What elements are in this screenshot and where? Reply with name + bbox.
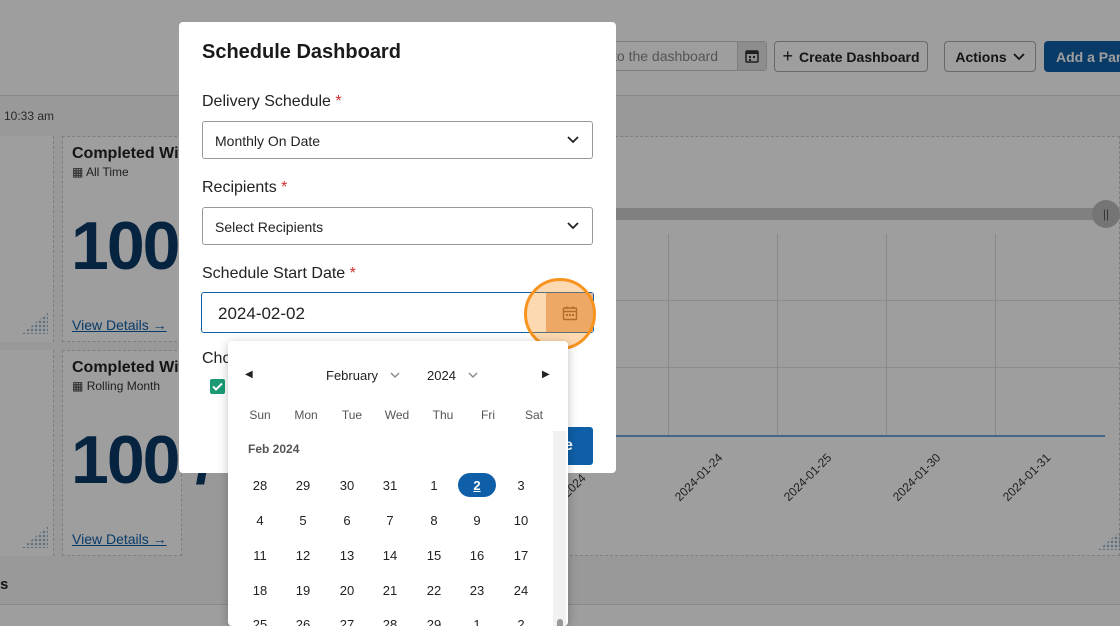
date-picker-popup: ◀ February 2024 ▶ Sun Mon Tue Wed Thu Fr… <box>228 341 568 626</box>
calendar-day[interactable]: 24 <box>501 583 541 598</box>
chevron-down-icon <box>390 372 400 378</box>
schedule-start-date-label: Schedule Start Date * <box>202 265 356 282</box>
calendar-day[interactable]: 2 <box>501 617 541 626</box>
recipients-select[interactable]: Select Recipients <box>202 207 593 245</box>
calendar-day[interactable]: 11 <box>240 548 280 563</box>
calendar-day[interactable]: 16 <box>457 548 497 563</box>
calendar-day[interactable]: 9 <box>457 513 497 528</box>
calendar-day[interactable]: 12 <box>283 548 323 563</box>
choose-option-label: Cho <box>202 350 232 367</box>
calendar-day[interactable]: 1 <box>414 478 454 493</box>
delivery-schedule-select[interactable]: Monthly On Date <box>202 121 593 159</box>
click-highlight-marker <box>524 278 596 350</box>
weekday-header: Sat <box>524 408 543 422</box>
calendar-day[interactable]: 31 <box>370 478 410 493</box>
weekday-header: Tue <box>341 408 363 422</box>
recipients-label: Recipients * <box>202 179 288 196</box>
calendar-day[interactable]: 25 <box>240 617 280 626</box>
month-select[interactable]: February <box>326 368 378 383</box>
calendar-day[interactable]: 15 <box>414 548 454 563</box>
weekday-header: Fri <box>481 408 495 422</box>
calendar-day[interactable]: 10 <box>501 513 541 528</box>
weekday-header: Thu <box>432 408 454 422</box>
calendar-day[interactable]: 28 <box>240 478 280 493</box>
calendar-day[interactable]: 30 <box>327 478 367 493</box>
calendar-day[interactable]: 19 <box>283 583 323 598</box>
calendar-day[interactable]: 20 <box>327 583 367 598</box>
calendar-day[interactable]: 7 <box>370 513 410 528</box>
calendar-day-selected[interactable]: 2 <box>458 473 496 497</box>
calendar-day[interactable]: 29 <box>283 478 323 493</box>
chevron-down-icon <box>567 136 579 144</box>
calendar-day[interactable]: 17 <box>501 548 541 563</box>
calendar-day[interactable]: 28 <box>370 617 410 626</box>
calendar-day[interactable]: 6 <box>327 513 367 528</box>
modal-title: Schedule Dashboard <box>202 41 401 63</box>
calendar-day[interactable]: 23 <box>457 583 497 598</box>
calendar-scrollbar[interactable] <box>553 431 566 626</box>
calendar-day[interactable]: 3 <box>501 478 541 493</box>
calendar-scrollbar-thumb[interactable] <box>557 619 563 626</box>
year-select[interactable]: 2024 <box>427 368 456 383</box>
calendar-day[interactable]: 21 <box>370 583 410 598</box>
checkmark-icon <box>212 382 223 391</box>
weekday-header: Mon <box>294 408 318 422</box>
calendar-month-caption: Feb 2024 <box>248 442 300 456</box>
delivery-schedule-label: Delivery Schedule * <box>202 93 342 110</box>
weekday-header: Wed <box>384 408 410 422</box>
calendar-day[interactable]: 18 <box>240 583 280 598</box>
calendar-day[interactable]: 8 <box>414 513 454 528</box>
weekday-header: Sun <box>249 408 271 422</box>
calendar-day[interactable]: 4 <box>240 513 280 528</box>
required-marker: * <box>335 93 342 110</box>
required-marker: * <box>281 179 288 196</box>
next-month-button[interactable]: ▶ <box>542 369 550 380</box>
required-marker: * <box>349 265 356 282</box>
calendar-day[interactable]: 14 <box>370 548 410 563</box>
chevron-down-icon <box>468 372 478 378</box>
previous-month-button[interactable]: ◀ <box>245 369 253 380</box>
calendar-day[interactable]: 5 <box>283 513 323 528</box>
calendar-day[interactable]: 13 <box>327 548 367 563</box>
calendar-day[interactable]: 1 <box>457 617 497 626</box>
chevron-down-icon <box>567 222 579 230</box>
calendar-day[interactable]: 27 <box>327 617 367 626</box>
calendar-day[interactable]: 29 <box>414 617 454 626</box>
calendar-day[interactable]: 26 <box>283 617 323 626</box>
calendar-day[interactable]: 22 <box>414 583 454 598</box>
option-checkbox[interactable] <box>210 379 225 394</box>
